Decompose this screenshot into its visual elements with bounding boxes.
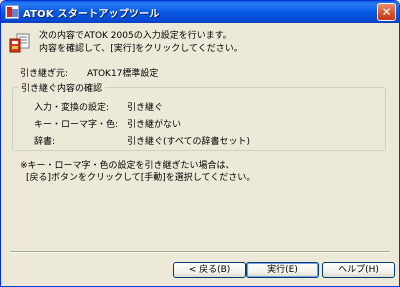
back-button[interactable]: < 戻る(B) [173, 262, 246, 278]
dictionary-label: 辞書: [34, 137, 56, 147]
input-conversion-value: 引き継ぐ [127, 103, 164, 113]
input-conversion-label: 入力・変換の設定: [34, 103, 110, 113]
source-value: ATOK17標準設定 [87, 69, 159, 79]
note-text: ※キー・ローマ字・色の設定を引き継ぎたい場合は、 [戻る]ボタンをクリックして[… [20, 160, 255, 184]
help-button[interactable]: ヘルプ(H) [322, 262, 395, 278]
source-label: 引き継ぎ元: [20, 69, 69, 79]
window-title: ATOK スタートアップツール [23, 9, 160, 20]
title-bar[interactable]: ATOK スタートアップツール ✕ [1, 1, 399, 23]
execute-button[interactable]: 実行(E) [246, 262, 319, 278]
dictionary-value: 引き継ぐ(すべての辞書セット) [127, 137, 251, 147]
close-button[interactable]: ✕ [377, 3, 396, 21]
key-romaji-color-value: 引き継がない [127, 120, 182, 130]
button-separator [10, 251, 390, 253]
key-romaji-color-label: キー・ローマ字・色: [34, 120, 119, 130]
setup-settings-icon [9, 33, 30, 53]
note-line-1: ※キー・ローマ字・色の設定を引き継ぎたい場合は、 [20, 161, 235, 171]
note-line-2: [戻る]ボタンをクリックして[手動]を選択してください。 [26, 173, 256, 183]
dialog-window: ATOK スタートアップツール ✕ 次の内容でATOK 2005の入力設定を行い… [0, 0, 400, 287]
intro-line-1: 次の内容でATOK 2005の入力設定を行います。 [39, 31, 232, 41]
confirm-group-title: 引き継ぐ内容の確認 [18, 81, 106, 94]
intro-line-2: 内容を確認して、[実行]をクリックしてください。 [39, 44, 243, 54]
atok-app-icon [5, 5, 19, 19]
intro-text: 次の内容でATOK 2005の入力設定を行います。 内容を確認して、[実行]をク… [39, 30, 243, 56]
